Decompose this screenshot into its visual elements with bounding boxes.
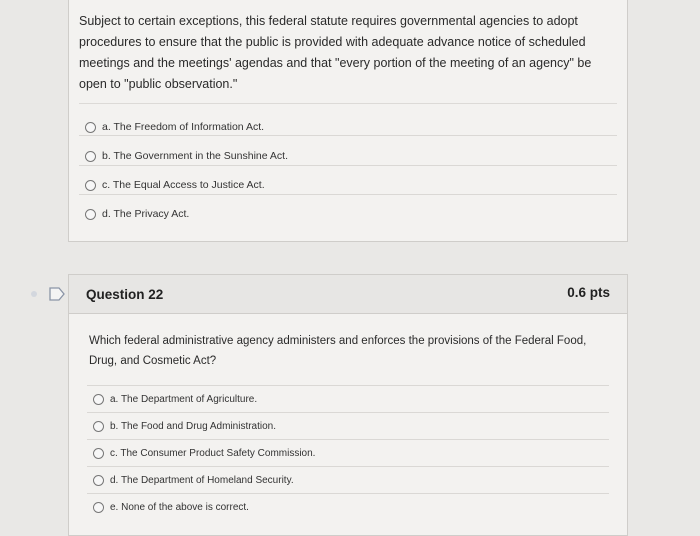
answer-label: c. The Consumer Product Safety Commissio… — [110, 448, 316, 459]
answer-option-e[interactable]: e. None of the above is correct. — [93, 502, 249, 513]
divider — [79, 194, 617, 195]
divider — [87, 439, 609, 440]
flag-question-icon[interactable] — [28, 286, 66, 302]
question-points: 0.6 pts — [567, 285, 610, 300]
answer-label: e. None of the above is correct. — [110, 502, 249, 513]
answer-option-b[interactable]: b. The Food and Drug Administration. — [93, 421, 276, 432]
question-prompt: Subject to certain exceptions, this fede… — [79, 14, 592, 91]
answer-label: a. The Department of Agriculture. — [110, 394, 258, 405]
answer-option-c[interactable]: c. The Equal Access to Justice Act. — [85, 179, 265, 191]
divider — [87, 466, 609, 467]
answer-label: c. The Equal Access to Justice Act. — [102, 179, 265, 191]
radio-button[interactable] — [85, 121, 96, 133]
question-card-22: Question 22 0.6 pts Which federal admini… — [68, 274, 628, 536]
answer-label: b. The Government in the Sunshine Act. — [102, 150, 289, 162]
radio-button[interactable] — [93, 475, 104, 486]
radio-button[interactable] — [85, 208, 96, 220]
answer-option-a[interactable]: a. The Freedom of Information Act. — [85, 121, 264, 133]
answer-option-d[interactable]: d. The Privacy Act. — [85, 208, 189, 220]
radio-button[interactable] — [93, 502, 104, 513]
answer-label: d. The Department of Homeland Security. — [110, 475, 294, 486]
radio-button[interactable] — [85, 179, 96, 191]
question-prompt: Which federal administrative agency admi… — [89, 335, 587, 367]
answer-label: b. The Food and Drug Administration. — [110, 421, 277, 432]
radio-button[interactable] — [85, 150, 96, 162]
divider — [87, 412, 609, 413]
divider — [87, 385, 609, 386]
divider — [79, 103, 617, 104]
answer-option-c[interactable]: c. The Consumer Product Safety Commissio… — [93, 448, 315, 459]
radio-button[interactable] — [93, 448, 104, 459]
divider — [79, 135, 617, 136]
divider — [87, 493, 609, 494]
radio-button[interactable] — [93, 394, 104, 405]
divider — [79, 165, 617, 166]
question-header: Question 22 0.6 pts — [69, 275, 627, 314]
answer-label: a. The Freedom of Information Act. — [102, 121, 265, 133]
answer-option-a[interactable]: a. The Department of Agriculture. — [93, 394, 257, 405]
answer-label: d. The Privacy Act. — [102, 208, 190, 220]
question-card-previous: Subject to certain exceptions, this fede… — [68, 0, 628, 242]
answer-option-d[interactable]: d. The Department of Homeland Security. — [93, 475, 294, 486]
answer-option-b[interactable]: b. The Government in the Sunshine Act. — [85, 150, 288, 162]
question-title: Question 22 — [86, 287, 164, 302]
radio-button[interactable] — [93, 421, 104, 432]
